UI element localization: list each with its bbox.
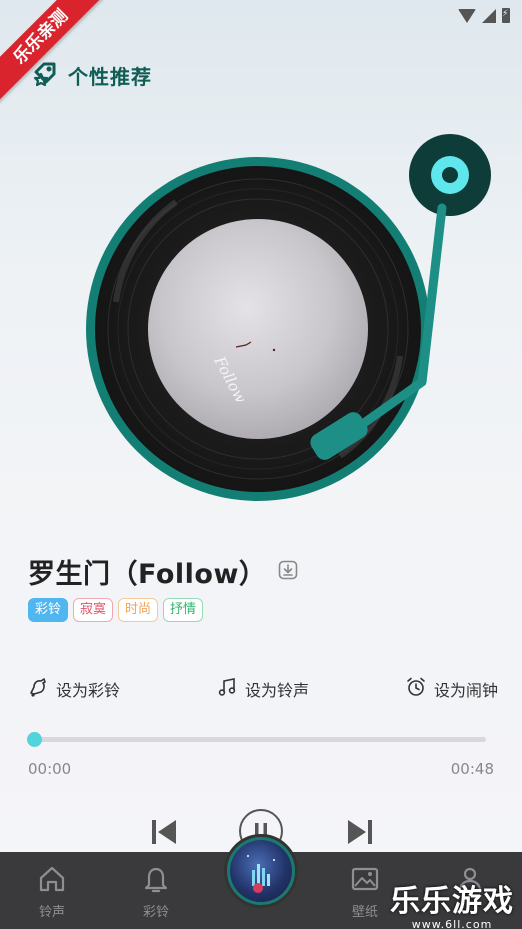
tag-badge[interactable]: 时尚 — [118, 598, 159, 622]
song-title: 罗生门（Follow） — [28, 559, 267, 590]
tag-badge[interactable]: 抒情 — [163, 598, 204, 622]
progress-knob[interactable] — [27, 732, 42, 747]
song-tags: 彩铃 寂寞 时尚 抒情 — [28, 598, 204, 622]
rocket-badge-icon — [30, 58, 60, 92]
set-alarm-label: 设为闹钟 — [433, 681, 498, 700]
next-track-icon[interactable] — [346, 818, 374, 850]
now-playing-artwork — [230, 840, 292, 902]
promo-ribbon: 乐乐亲测 — [0, 0, 110, 110]
tab-caller-ringback[interactable]: 彩铃 — [126, 864, 186, 920]
home-icon — [37, 866, 67, 898]
wifi-icon — [458, 8, 476, 23]
tab-wallpapers-label: 壁纸 — [351, 905, 378, 920]
music-note-icon — [217, 677, 237, 701]
set-alarm-button[interactable]: 设为闹钟 — [406, 677, 498, 701]
total-time: 00:48 — [450, 760, 494, 778]
now-playing-disc-button[interactable] — [224, 834, 298, 908]
ringtone-actions: 设为彩铃 设为铃声 设为闹钟 — [28, 677, 498, 701]
set-caller-ringback-label: 设为彩铃 — [56, 681, 121, 700]
set-ringtone-label: 设为铃声 — [244, 681, 309, 700]
vinyl-turntable[interactable]: Follow — [86, 132, 496, 516]
tab-ringtones[interactable]: 铃声 — [22, 864, 82, 920]
tab-caller-ringback-label: 彩铃 — [142, 905, 169, 920]
page-title: 个性推荐 — [68, 64, 152, 89]
tag-badge[interactable]: 寂寞 — [73, 598, 114, 622]
current-time: 00:00 — [28, 760, 72, 778]
cellular-signal-icon — [482, 8, 496, 23]
album-cover-art — [148, 219, 368, 439]
set-caller-ringback-button[interactable]: 设为彩铃 — [28, 677, 120, 701]
tab-ringtones-label: 铃声 — [38, 905, 65, 920]
tag-badge[interactable]: 彩铃 — [28, 598, 69, 622]
bell-icon — [141, 867, 171, 898]
set-ringtone-button[interactable]: 设为铃声 — [217, 677, 309, 701]
page-header: 个性推荐 — [30, 58, 152, 92]
song-title-row: 罗生门（Follow） — [28, 552, 266, 591]
alarm-clock-icon — [406, 677, 426, 701]
download-icon[interactable] — [278, 560, 298, 584]
tab-wallpapers[interactable]: 壁纸 — [335, 864, 395, 920]
status-icons — [458, 8, 510, 23]
site-watermark: 乐乐游戏 www.6ll.com — [390, 876, 514, 929]
watermark-title: 乐乐游戏 — [390, 884, 514, 919]
image-icon — [350, 867, 380, 898]
bell-music-icon — [28, 677, 48, 701]
playback-progress-bar[interactable] — [27, 732, 486, 747]
battery-charging-icon — [502, 8, 510, 23]
previous-track-icon[interactable] — [150, 818, 178, 850]
